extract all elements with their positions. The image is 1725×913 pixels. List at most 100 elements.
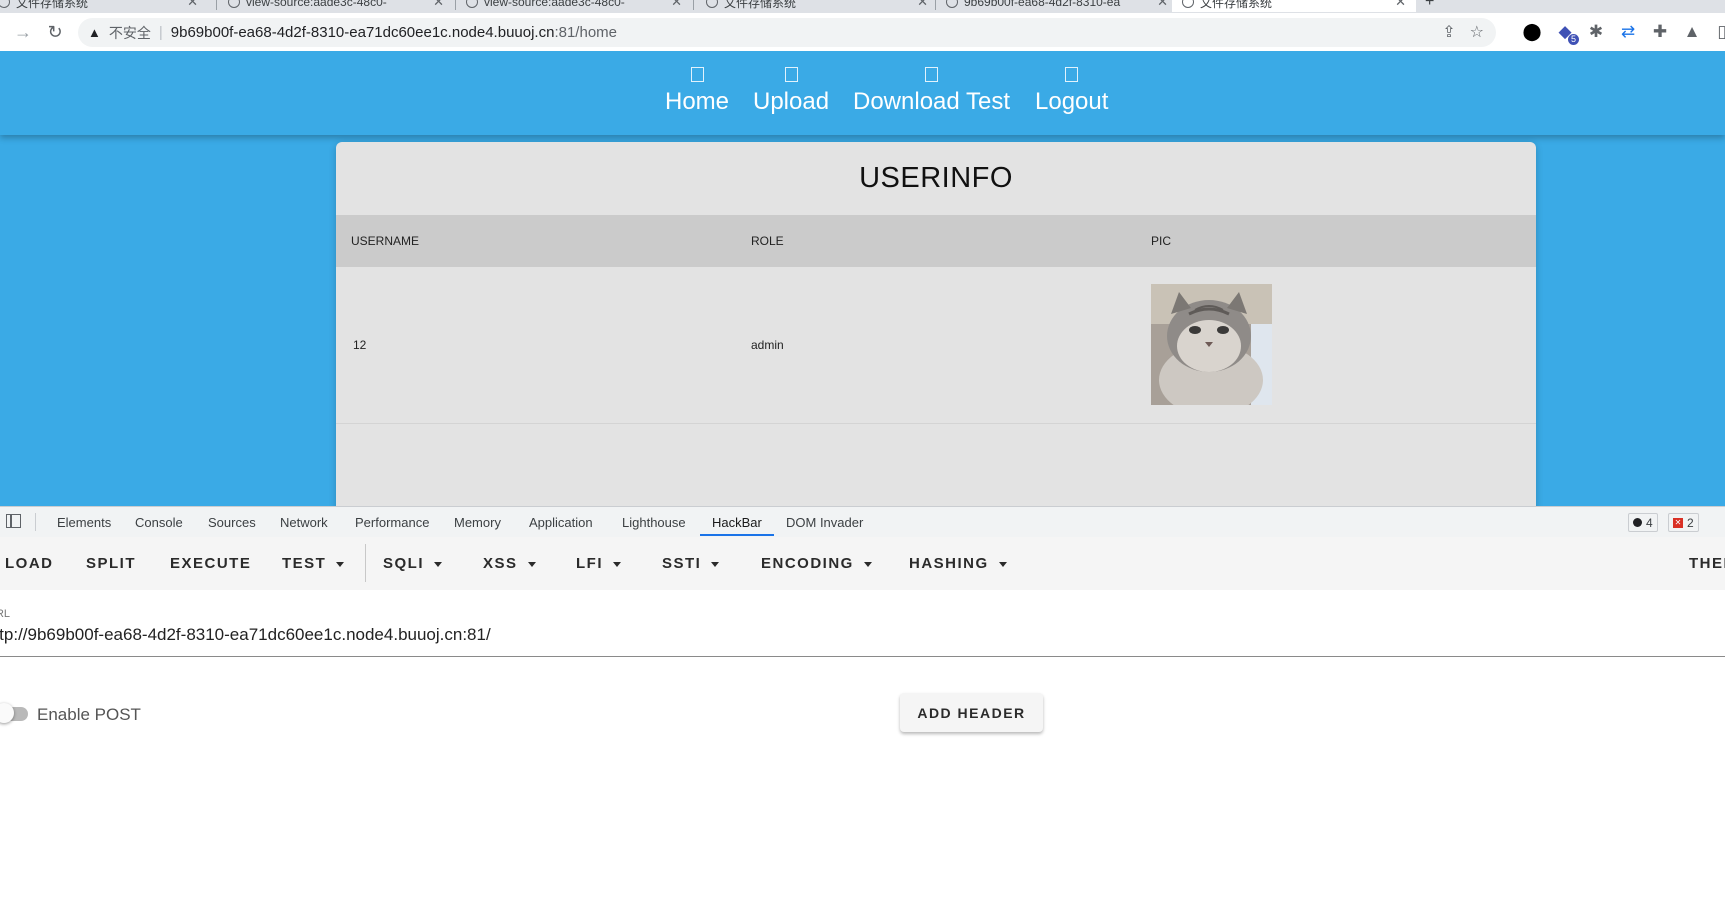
tab-network[interactable]: Network [280,515,328,530]
tab-title: 文件存储系统 [16,0,89,10]
tab-title: view-source:aade3c-48c0- [484,0,625,9]
console-messages-counter[interactable]: 4 [1628,513,1658,532]
xss-dropdown[interactable]: XSS [483,555,536,572]
xss-label: XSS [483,555,518,572]
table-row: 12 admin [336,267,1536,424]
home-icon [690,67,704,82]
close-icon[interactable]: ✕ [1395,0,1406,10]
globe-icon [466,0,478,8]
hashing-dropdown[interactable]: HASHING [909,555,1007,572]
close-icon[interactable]: ✕ [671,0,682,10]
browser-tab-strip: 文件存储系统 ✕ view-source:aade3c-48c0- ✕ view… [0,0,1725,13]
error-count: 2 [1687,515,1694,530]
tab-console[interactable]: Console [135,515,183,530]
tab-elements[interactable]: Elements [57,515,111,530]
ssti-dropdown[interactable]: SSTI [662,555,720,572]
nav-download-test-label[interactable]: Download Test [853,88,1010,115]
error-flag-icon: ✕ [1673,517,1683,528]
cat-profile-picture [1151,284,1272,405]
gear-icon[interactable]: ✱ [1586,22,1606,42]
browser-tab[interactable]: 9b69b00f-ea68-4d2f-8310-ea ✕ [946,0,1168,12]
address-bar-row: → ↻ ▲ 不安全 | 9b69b00f-ea68-4d2f-8310-ea71… [0,13,1725,52]
logout-icon [1065,67,1079,82]
nav-home[interactable]: Home [665,67,729,116]
nav-logout[interactable]: Logout [1035,67,1108,116]
warning-icon[interactable]: ▲ [88,25,101,40]
new-tab-button[interactable]: + [1425,0,1455,12]
column-header-pic: PIC [1151,234,1172,248]
load-button[interactable]: LOAD [5,555,54,572]
sqli-dropdown[interactable]: SQLI [383,555,443,572]
browser-tab[interactable]: view-source:aade3c-48c0- ✕ [228,0,444,12]
column-header-username: USERNAME [351,234,420,248]
tab-memory[interactable]: Memory [454,515,501,530]
tab-hackbar[interactable]: HackBar [712,515,762,530]
url-field-label: URL [0,608,11,620]
browser-tab-active[interactable]: 文件存储系统 ✕ [1172,0,1416,12]
globe-icon [228,0,240,8]
tab-lighthouse[interactable]: Lighthouse [622,515,686,530]
sync-icon[interactable]: ⇄ [1618,22,1638,42]
column-header-role: ROLE [751,234,784,248]
reload-icon[interactable]: ↻ [44,21,66,43]
puzzle-icon[interactable]: ✚ [1650,22,1670,42]
tab-title: 9b69b00f-ea68-4d2f-8310-ea [964,0,1121,9]
sqli-label: SQLI [383,555,425,572]
table-header: USERNAME ROLE PIC [336,215,1536,267]
split-button[interactable]: SPLIT [86,555,136,572]
tab-dom-invader[interactable]: DOM Invader [786,515,863,530]
test-label: TEST [282,555,327,572]
extension-circle-icon[interactable]: ⬤ [1522,22,1542,42]
console-errors-counter[interactable]: ✕ 2 [1668,513,1699,532]
tab-title: view-source:aade3c-48c0- [246,0,387,9]
close-icon[interactable]: ✕ [917,0,928,10]
devtools-panel: Elements Console Sources Network Perform… [0,506,1725,913]
url-field-underline [0,656,1725,657]
forward-icon[interactable]: → [12,21,34,43]
hashing-label: HASHING [909,555,989,572]
web-page: Home Upload Download Test Logout USERINF… [0,51,1725,506]
upload-icon [784,67,798,82]
tab-sources[interactable]: Sources [208,515,256,530]
browser-tab[interactable]: view-source:aade3c-48c0- ✕ [466,0,682,12]
lfi-label: LFI [576,555,603,572]
share-icon[interactable]: ⇪ [1442,22,1455,42]
caret-down-icon [613,561,621,567]
tab-application[interactable]: Application [529,515,593,530]
message-count: 4 [1646,515,1653,530]
url-field[interactable]: http://9b69b00f-ea68-4d2f-8310-ea71dc60e… [0,625,491,645]
nav-download-test[interactable]: Download Test [853,67,1010,116]
close-icon[interactable]: ✕ [187,0,198,10]
execute-button[interactable]: EXECUTE [170,555,251,572]
browser-tab[interactable]: 文件存储系统 ✕ [0,0,198,12]
close-icon[interactable]: ✕ [433,0,444,10]
flask-icon[interactable]: ▲ [1682,22,1702,42]
close-icon[interactable]: ✕ [1157,0,1168,10]
theme-button[interactable]: THEME [1689,555,1725,572]
cell-username: 12 [353,338,367,352]
side-panel-icon[interactable]: ▯ [1712,22,1725,42]
url-path: :81/home [554,24,617,41]
nav-logout-label[interactable]: Logout [1035,88,1108,115]
device-toolbar-icon[interactable] [6,514,21,528]
lfi-dropdown[interactable]: LFI [576,555,621,572]
security-label[interactable]: 不安全 [109,23,151,43]
tab-performance[interactable]: Performance [355,515,429,530]
active-tab-indicator [700,534,774,536]
test-dropdown[interactable]: TEST [282,555,345,572]
url-bar[interactable]: ▲ 不安全 | 9b69b00f-ea68-4d2f-8310-ea71dc60… [78,18,1496,47]
caret-down-icon [711,561,720,567]
nav-home-label[interactable]: Home [665,88,729,115]
url-host: 9b69b00f-ea68-4d2f-8310-ea71dc60ee1c.nod… [170,24,555,41]
nav-upload-label[interactable]: Upload [753,88,829,115]
globe-icon [1182,0,1194,8]
add-header-button[interactable]: ADD HEADER [900,693,1043,732]
caret-down-icon [527,561,536,567]
browser-tab[interactable]: 文件存储系统 ✕ [706,0,928,12]
globe-icon [706,0,718,8]
encoding-dropdown[interactable]: ENCODING [761,555,872,572]
nav-upload[interactable]: Upload [753,67,829,116]
site-navbar: Home Upload Download Test Logout [0,51,1725,135]
bookmark-star-icon[interactable]: ☆ [1470,22,1484,42]
caret-down-icon [863,561,872,567]
